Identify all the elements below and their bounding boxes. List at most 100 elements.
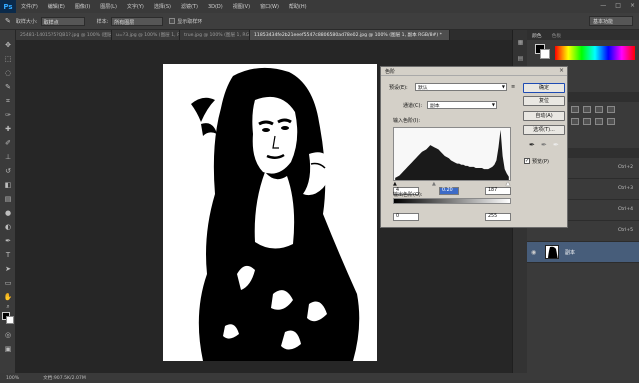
menu-file[interactable]: 文件(F) — [16, 3, 43, 10]
show-ring-label: 显示取样环 — [177, 18, 203, 25]
pen-tool-icon[interactable]: ✒ — [3, 236, 13, 246]
close-button[interactable]: × — [630, 2, 635, 9]
levels-dialog: 色阶 × 预设(E): 默认 ▼ ≡ 通道(C): 副本 ▼ 输入色阶(I): … — [380, 66, 568, 228]
history-panel-icon[interactable]: ▦ — [516, 38, 525, 47]
marquee-tool-icon[interactable]: ⬚ — [3, 54, 13, 64]
properties-panel-icon[interactable]: ▤ — [516, 54, 525, 63]
portrait-image — [163, 64, 377, 361]
brush-tool-icon[interactable]: ✐ — [3, 138, 13, 148]
eyedropper-tool-icon[interactable]: ✑ — [3, 110, 13, 120]
menu-edit[interactable]: 编辑(E) — [43, 3, 70, 10]
channel-name: 副本 — [565, 250, 576, 256]
workspace-select[interactable]: 基本功能 — [589, 16, 633, 26]
black-eyedropper-icon[interactable]: ✒ — [529, 141, 535, 149]
channel-shortcut: Ctrl+4 — [618, 207, 633, 212]
gradient-tool-icon[interactable]: ▤ — [3, 194, 13, 204]
input-levels-label: 输入色阶(I): — [393, 118, 421, 124]
menu-type[interactable]: 文字(Y) — [122, 3, 149, 10]
curves-adjust-icon[interactable] — [595, 106, 603, 113]
tools-panel: ✥ ⬚ ◌ ✎ ⌗ ✑ ✚ ✐ ⊥ ↺ ◧ ▤ ● ◐ ✒ T ➤ ▭ ✋ ⌕ … — [0, 30, 16, 373]
input-gamma-field[interactable]: 0.20 — [439, 187, 459, 195]
window-controls: — □ × — [600, 2, 635, 9]
quick-mask-icon[interactable]: ◎ — [3, 330, 13, 340]
menu-help[interactable]: 帮助(H) — [284, 3, 312, 10]
preset-value: 默认 — [418, 86, 428, 91]
photoshop-logo: Ps — [0, 0, 16, 13]
menu-view[interactable]: 视图(V) — [228, 3, 255, 10]
channel-row-selected[interactable]: ◉ 副本 — [527, 242, 639, 263]
blur-tool-icon[interactable]: ● — [3, 208, 13, 218]
eraser-tool-icon[interactable]: ◧ — [3, 180, 13, 190]
channel-shortcut: Ctrl+2 — [618, 165, 633, 170]
doc-tab[interactable]: 25481-14015?5?QB1?.jpg @ 100% (图层 0, RGB… — [16, 30, 112, 40]
move-tool-icon[interactable]: ✥ — [3, 40, 13, 50]
menu-layer[interactable]: 图层(L) — [95, 3, 122, 10]
preview-checkbox[interactable]: ✓ — [524, 158, 530, 164]
lasso-tool-icon[interactable]: ◌ — [3, 68, 13, 78]
show-ring-checkbox[interactable] — [169, 18, 176, 24]
doc-tab[interactable]: u=?3.jpg @ 100% (图层 1, RGB/8#) * — [112, 30, 180, 40]
menu-filter[interactable]: 滤镜(T) — [176, 3, 203, 10]
gray-eyedropper-icon[interactable]: ✒ — [541, 141, 547, 149]
doc-tab-active[interactable]: 11853434fe2b21eeef5547c8806580ad78e02.jp… — [250, 30, 450, 40]
preview-label: 预览(P) — [532, 159, 549, 165]
crop-tool-icon[interactable]: ⌗ — [3, 96, 13, 106]
output-black-field[interactable]: 0 — [393, 213, 419, 221]
vibrance-adjust-icon[interactable] — [571, 118, 579, 125]
channel-select[interactable]: 副本 ▼ — [427, 101, 497, 109]
close-icon[interactable]: × — [559, 67, 564, 74]
output-levels-label: 输出色阶(O): — [393, 192, 423, 198]
hand-tool-icon[interactable]: ✋ — [3, 292, 13, 302]
visibility-eye-icon[interactable]: ◉ — [531, 249, 536, 256]
options-button[interactable]: 选项(T)... — [523, 125, 565, 135]
doc-tab[interactable]: true.jpg @ 100% (图层 1, RGB/8#) * — [180, 30, 250, 40]
menu-window[interactable]: 窗口(W) — [255, 3, 284, 10]
tab-color[interactable]: 颜色 — [527, 32, 547, 39]
quick-select-tool-icon[interactable]: ✎ — [3, 82, 13, 92]
white-eyedropper-icon[interactable]: ✒ — [553, 141, 559, 149]
brightness-adjust-icon[interactable] — [571, 106, 579, 113]
preset-menu-icon[interactable]: ≡ — [511, 84, 515, 90]
output-white-field[interactable]: 255 — [485, 213, 511, 221]
menu-image[interactable]: 图像(I) — [70, 3, 95, 10]
document-tab-bar: 25481-14015?5?QB1?.jpg @ 100% (图层 0, RGB… — [16, 30, 512, 40]
sample-layer-select[interactable]: 所有图层 — [111, 16, 164, 26]
gamma-slider[interactable]: ▲ — [432, 181, 436, 187]
channel-value: 副本 — [430, 104, 440, 109]
type-tool-icon[interactable]: T — [3, 250, 13, 260]
zoom-level[interactable]: 100% — [6, 376, 19, 381]
healing-brush-icon[interactable]: ✚ — [3, 124, 13, 134]
menu-select[interactable]: 选择(S) — [149, 3, 176, 10]
histogram-curve — [395, 129, 509, 180]
balance-adjust-icon[interactable] — [595, 118, 603, 125]
preset-select[interactable]: 默认 ▼ — [415, 83, 507, 91]
background-color-swatch[interactable] — [6, 316, 14, 324]
color-spectrum[interactable] — [555, 46, 635, 60]
chevron-down-icon: ▼ — [491, 102, 495, 107]
hue-adjust-icon[interactable] — [583, 118, 591, 125]
ok-button[interactable]: 确定 — [523, 83, 565, 93]
levels-adjust-icon[interactable] — [583, 106, 591, 113]
reset-button[interactable]: 复位 — [523, 96, 565, 106]
panel-background-swatch[interactable] — [540, 49, 550, 59]
shape-tool-icon[interactable]: ▭ — [3, 278, 13, 288]
dodge-tool-icon[interactable]: ◐ — [3, 222, 13, 232]
clone-stamp-icon[interactable]: ⊥ — [3, 152, 13, 162]
tab-swatches[interactable]: 色板 — [547, 32, 567, 39]
sample-size-select[interactable]: 取样点 — [40, 16, 85, 26]
zoom-tool-icon[interactable]: ⌕ — [3, 302, 13, 312]
path-select-icon[interactable]: ➤ — [3, 264, 13, 274]
menu-3d[interactable]: 3D(D) — [203, 4, 228, 10]
bw-adjust-icon[interactable] — [607, 118, 615, 125]
eyedropper-tool-icon[interactable]: ✎ — [5, 17, 11, 25]
auto-button[interactable]: 自动(A) — [523, 111, 565, 121]
maximize-button[interactable]: □ — [615, 2, 621, 9]
input-white-field[interactable]: 187 — [485, 187, 511, 195]
menu-bar: Ps 文件(F) 编辑(E) 图像(I) 图层(L) 文字(Y) 选择(S) 滤… — [0, 0, 639, 13]
screen-mode-icon[interactable]: ▣ — [3, 344, 13, 354]
minimize-button[interactable]: — — [600, 2, 606, 9]
exposure-adjust-icon[interactable] — [607, 106, 615, 113]
history-brush-icon[interactable]: ↺ — [3, 166, 13, 176]
levels-dialog-title: 色阶 — [381, 67, 567, 76]
document-canvas[interactable] — [163, 64, 377, 361]
